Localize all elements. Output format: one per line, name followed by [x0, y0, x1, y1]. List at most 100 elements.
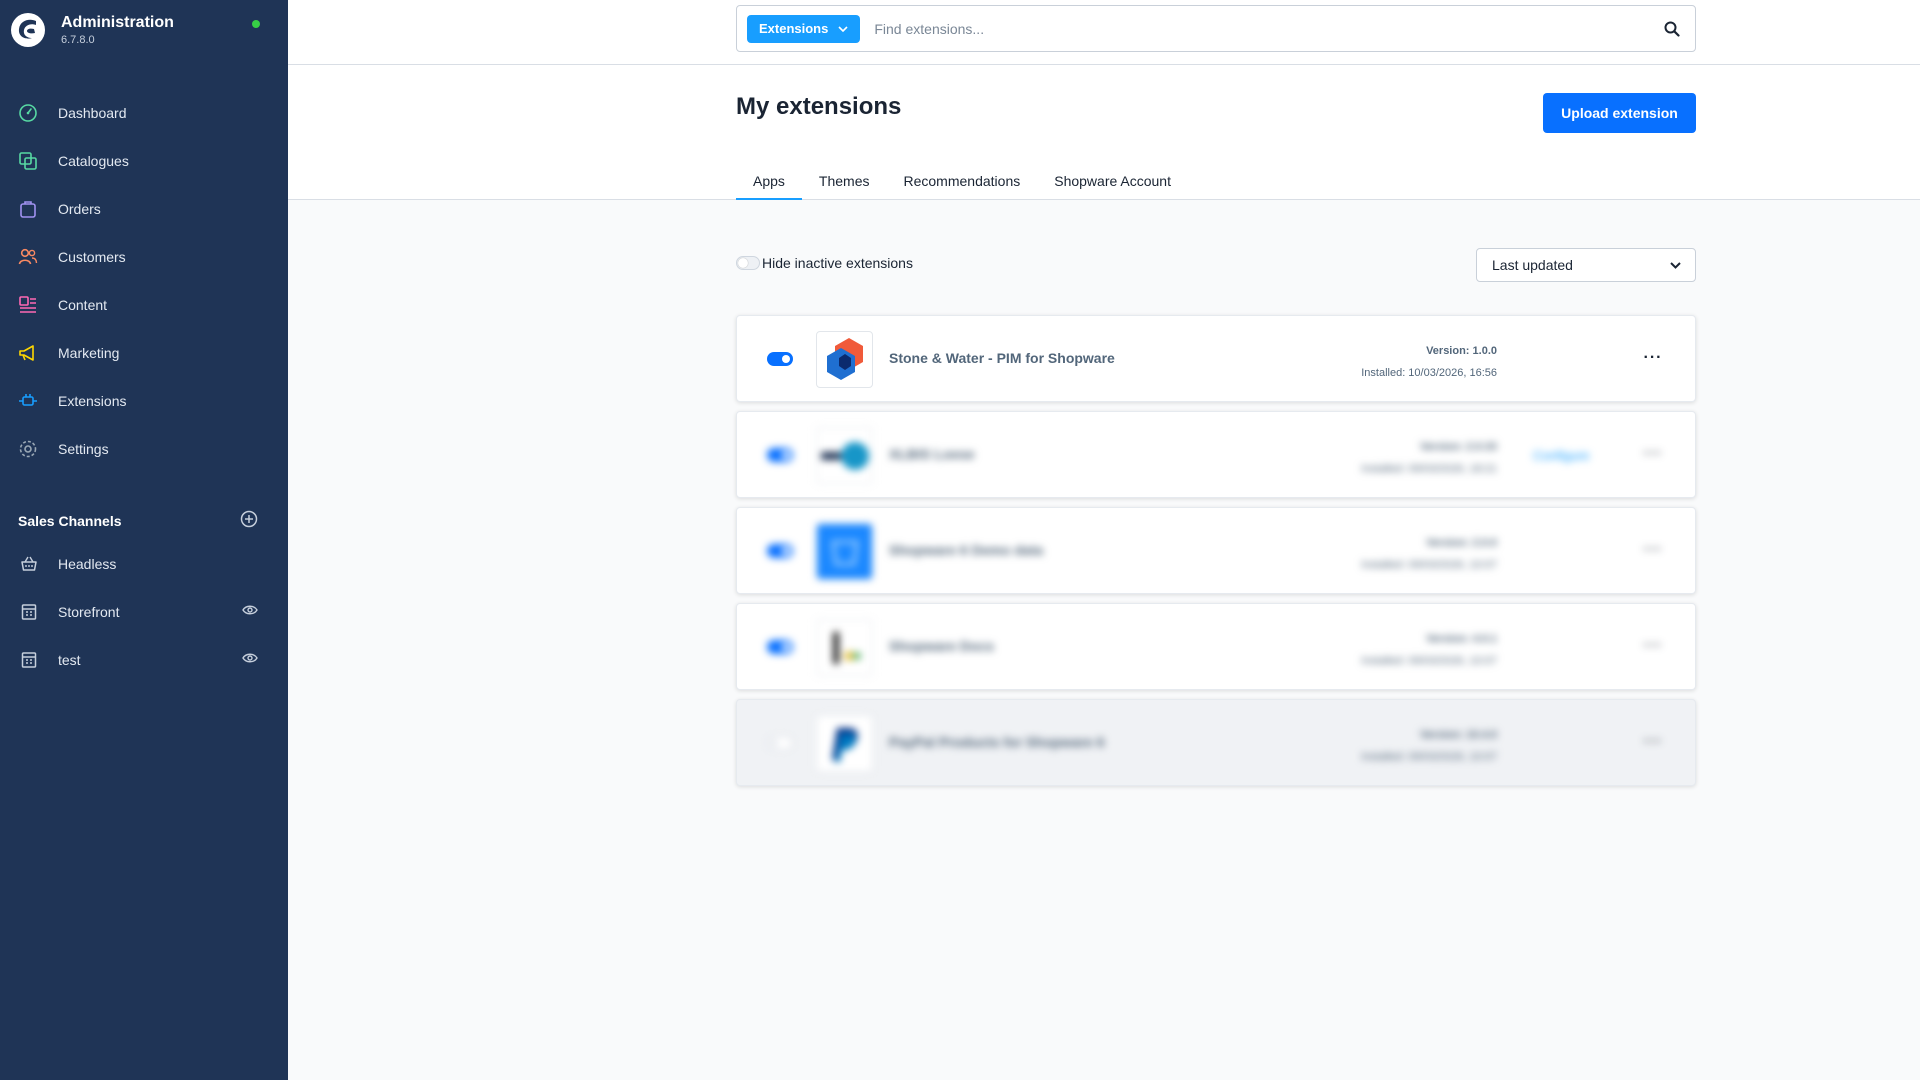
extension-logo	[816, 619, 873, 676]
extension-more-button[interactable]: ···	[1639, 634, 1667, 658]
stone-water-hexagon-logo-icon	[826, 337, 863, 380]
page-title: My extensions	[736, 93, 902, 120]
sales-channel-label: Headless	[58, 556, 117, 572]
extension-name[interactable]: Shopware Docs	[889, 638, 994, 654]
sales-channel-list: Headless Storefront test	[0, 540, 288, 684]
extension-name[interactable]: Shopware 6 Demo data	[889, 542, 1043, 558]
global-search: Extensions	[736, 5, 1696, 52]
nav-label: Catalogues	[58, 153, 129, 169]
chevron-down-icon	[838, 25, 848, 32]
sales-channel-test[interactable]: test	[0, 636, 288, 684]
extension-version: Version: 2.0.33	[1419, 441, 1497, 453]
dashboard-gauge-icon	[17, 102, 39, 124]
tab-recommendations[interactable]: Recommendations	[887, 165, 1038, 200]
extension-card-content: PayPal Products for Shopware 6 Version: …	[737, 700, 1695, 785]
nav-item-settings[interactable]: Settings	[0, 425, 288, 473]
extension-installed-date: Installed: 09/03/2026, 10:07	[1361, 655, 1497, 667]
hide-inactive-toggle-row: Hide inactive extensions	[736, 255, 913, 271]
nav-item-catalogues[interactable]: Catalogues	[0, 137, 288, 185]
extension-active-switch[interactable]	[767, 352, 793, 366]
extension-meta: Version: 10.4.0 Installed: 09/03/2026, 1…	[1361, 724, 1497, 768]
search-type-dropdown[interactable]: Extensions	[747, 14, 861, 43]
extension-meta: Version: 1.0.0 Installed: 10/03/2026, 16…	[1361, 340, 1497, 384]
orders-bag-icon	[17, 198, 39, 220]
customers-icon	[17, 246, 39, 268]
extension-card: Shopware 6 Demo data Version: 2.0.0 Inst…	[736, 507, 1696, 594]
extension-list: Stone & Water - PIM for Shopware Version…	[736, 315, 1696, 795]
eye-icon[interactable]	[242, 603, 258, 621]
topbar: Extensions	[288, 0, 1920, 65]
extension-logo	[816, 331, 873, 388]
add-sales-channel-icon[interactable]	[240, 510, 258, 533]
extension-card: PayPal Products for Shopware 6 Version: …	[736, 699, 1696, 786]
extension-version: Version: 10.4.0	[1419, 729, 1497, 741]
eye-icon[interactable]	[242, 651, 258, 669]
more-dots-icon: ···	[1643, 349, 1663, 366]
nav-label: Content	[58, 297, 108, 313]
extension-meta: Version: 2.0.0 Installed: 09/03/2026, 10…	[1361, 532, 1497, 576]
upload-extension-button[interactable]: Upload extension	[1543, 93, 1696, 133]
brand[interactable]: Administration 6.7.8.0	[10, 12, 174, 48]
sidebar: Administration 6.7.8.0 Dashboard Catalog…	[0, 0, 288, 1080]
more-dots-icon: ···	[1643, 637, 1663, 654]
extension-name[interactable]: PayPal Products for Shopware 6	[889, 734, 1105, 750]
extension-active-switch[interactable]	[767, 736, 793, 750]
extension-name[interactable]: XLBIS Loese	[889, 446, 975, 462]
nav-item-content[interactable]: Content	[0, 281, 288, 329]
storefront-icon	[18, 601, 40, 623]
extension-meta: Version: 4.0.1 Installed: 09/03/2026, 10…	[1361, 628, 1497, 672]
more-dots-icon: ···	[1643, 445, 1663, 462]
extension-more-button[interactable]: ···	[1639, 442, 1667, 466]
nav-label: Settings	[58, 441, 109, 457]
extension-card: XLBIS Loese Version: 2.0.33 Installed: 0…	[736, 411, 1696, 498]
extension-more-button[interactable]: ···	[1639, 538, 1667, 562]
hide-inactive-label: Hide inactive extensions	[762, 255, 913, 271]
extension-active-switch[interactable]	[767, 448, 793, 462]
sort-select[interactable]: Last updated	[1476, 248, 1696, 282]
extensions-plug-icon	[17, 390, 39, 412]
search-type-label: Extensions	[759, 21, 829, 36]
extension-configure-link[interactable]: Configure	[1533, 448, 1589, 463]
app-version: 6.7.8.0	[61, 34, 95, 46]
sales-channel-label: Storefront	[58, 604, 120, 620]
search-button[interactable]	[1649, 6, 1695, 51]
shopware-logo-icon	[11, 13, 45, 47]
main-nav: Dashboard Catalogues Orders Customers Co…	[0, 89, 288, 473]
tab-themes[interactable]: Themes	[802, 165, 887, 200]
nav-item-customers[interactable]: Customers	[0, 233, 288, 281]
extension-card: Shopware Docs Version: 4.0.1 Installed: …	[736, 603, 1696, 690]
extension-installed-date: Installed: 10/03/2026, 16:56	[1361, 367, 1497, 379]
nav-item-marketing[interactable]: Marketing	[0, 329, 288, 377]
sales-channel-storefront[interactable]: Storefront	[0, 588, 288, 636]
extension-card-content: Shopware Docs Version: 4.0.1 Installed: …	[737, 604, 1695, 689]
brand-text: Administration 6.7.8.0	[61, 13, 174, 47]
extension-active-switch[interactable]	[767, 544, 793, 558]
hide-inactive-switch[interactable]	[736, 256, 760, 270]
sales-channel-label: test	[58, 652, 81, 668]
extension-card-content: Stone & Water - PIM for Shopware Version…	[737, 316, 1695, 401]
tabs: Apps Themes Recommendations Shopware Acc…	[736, 165, 1188, 200]
sort-select-value: Last updated	[1492, 257, 1573, 273]
extension-more-button[interactable]: ···	[1639, 346, 1667, 370]
tab-shopware-account[interactable]: Shopware Account	[1037, 165, 1188, 200]
extension-meta: Version: 2.0.33 Installed: 09/03/2026, 1…	[1361, 436, 1497, 480]
nav-item-orders[interactable]: Orders	[0, 185, 288, 233]
extension-card: Stone & Water - PIM for Shopware Version…	[736, 315, 1696, 402]
extension-installed-date: Installed: 09/03/2026, 18:21	[1361, 463, 1497, 475]
nav-item-extensions[interactable]: Extensions	[0, 377, 288, 425]
extension-more-button[interactable]: ···	[1639, 730, 1667, 754]
extension-active-switch[interactable]	[767, 640, 793, 654]
page-header: My extensions Upload extension Apps Them…	[288, 65, 1920, 200]
extension-version: Version: 4.0.1	[1426, 633, 1497, 645]
extension-card-content: XLBIS Loese Version: 2.0.33 Installed: 0…	[737, 412, 1695, 497]
paypal-logo-icon	[831, 727, 858, 762]
content-icon	[17, 294, 39, 316]
settings-gear-icon	[17, 438, 39, 460]
extension-version: Version: 1.0.0	[1426, 345, 1497, 357]
nav-item-dashboard[interactable]: Dashboard	[0, 89, 288, 137]
nav-label: Customers	[58, 249, 126, 265]
search-input[interactable]	[874, 13, 1649, 44]
tab-apps[interactable]: Apps	[736, 165, 802, 200]
extension-name[interactable]: Stone & Water - PIM for Shopware	[889, 350, 1115, 366]
sales-channel-headless[interactable]: Headless	[0, 540, 288, 588]
